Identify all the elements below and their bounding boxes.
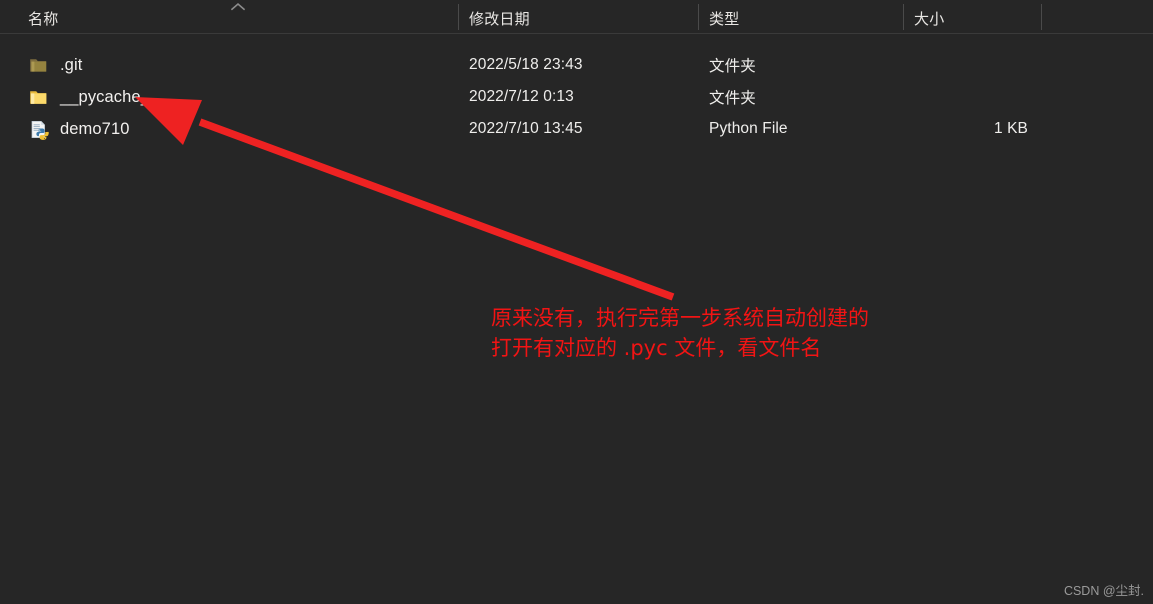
table-row[interactable]: demo710 2022/7/10 13:45 Python File 1 KB: [0, 113, 1153, 145]
column-header-type[interactable]: 类型: [709, 11, 739, 28]
folder-icon-dim: [28, 55, 49, 76]
file-size-cell: [703, 49, 1028, 81]
file-name-cell[interactable]: demo710: [28, 113, 130, 145]
column-divider-4[interactable]: [1041, 4, 1042, 30]
annotation-text-line-2: 打开有对应的 .pyc 文件，看文件名: [491, 336, 822, 360]
table-row[interactable]: .git 2022/5/18 23:43 文件夹: [0, 49, 1153, 81]
annotation-text-line-1: 原来没有，执行完第一步系统自动创建的: [491, 306, 869, 330]
column-header-underline: [0, 33, 1153, 34]
file-name-cell[interactable]: __pycache__: [28, 81, 159, 113]
file-date-cell: 2022/5/18 23:43: [469, 56, 583, 73]
column-header-name[interactable]: 名称: [28, 11, 58, 28]
sort-ascending-chevron-up-icon[interactable]: [230, 2, 246, 12]
annotation-text: 原来没有，执行完第一步系统自动创建的 打开有对应的 .pyc 文件，看文件名: [491, 303, 869, 363]
file-date-cell: 2022/7/10 13:45: [469, 120, 583, 137]
file-size-cell: [703, 81, 1028, 113]
file-date-cell: 2022/7/12 0:13: [469, 88, 574, 105]
folder-icon: [28, 87, 49, 108]
column-divider-2[interactable]: [698, 4, 699, 30]
python-file-icon: [28, 119, 49, 140]
file-size-cell: 1 KB: [993, 120, 1028, 137]
column-divider-3[interactable]: [903, 4, 904, 30]
column-header-bar: 名称 修改日期 类型 大小: [0, 0, 1153, 33]
watermark: CSDN @尘封.: [1063, 584, 1144, 598]
file-name-label: __pycache__: [60, 88, 160, 106]
column-header-size[interactable]: 大小: [914, 11, 944, 28]
column-divider-1[interactable]: [458, 4, 459, 30]
table-row[interactable]: __pycache__ 2022/7/12 0:13 文件夹: [0, 81, 1153, 113]
file-name-label: demo710: [60, 120, 130, 138]
file-name-label: .git: [60, 56, 83, 74]
column-header-date-modified[interactable]: 修改日期: [469, 11, 530, 28]
file-name-cell[interactable]: .git: [28, 49, 82, 81]
file-explorer-window: 名称 修改日期 类型 大小 .git 2022/5/18 23:43 文件夹 _…: [0, 0, 1153, 604]
